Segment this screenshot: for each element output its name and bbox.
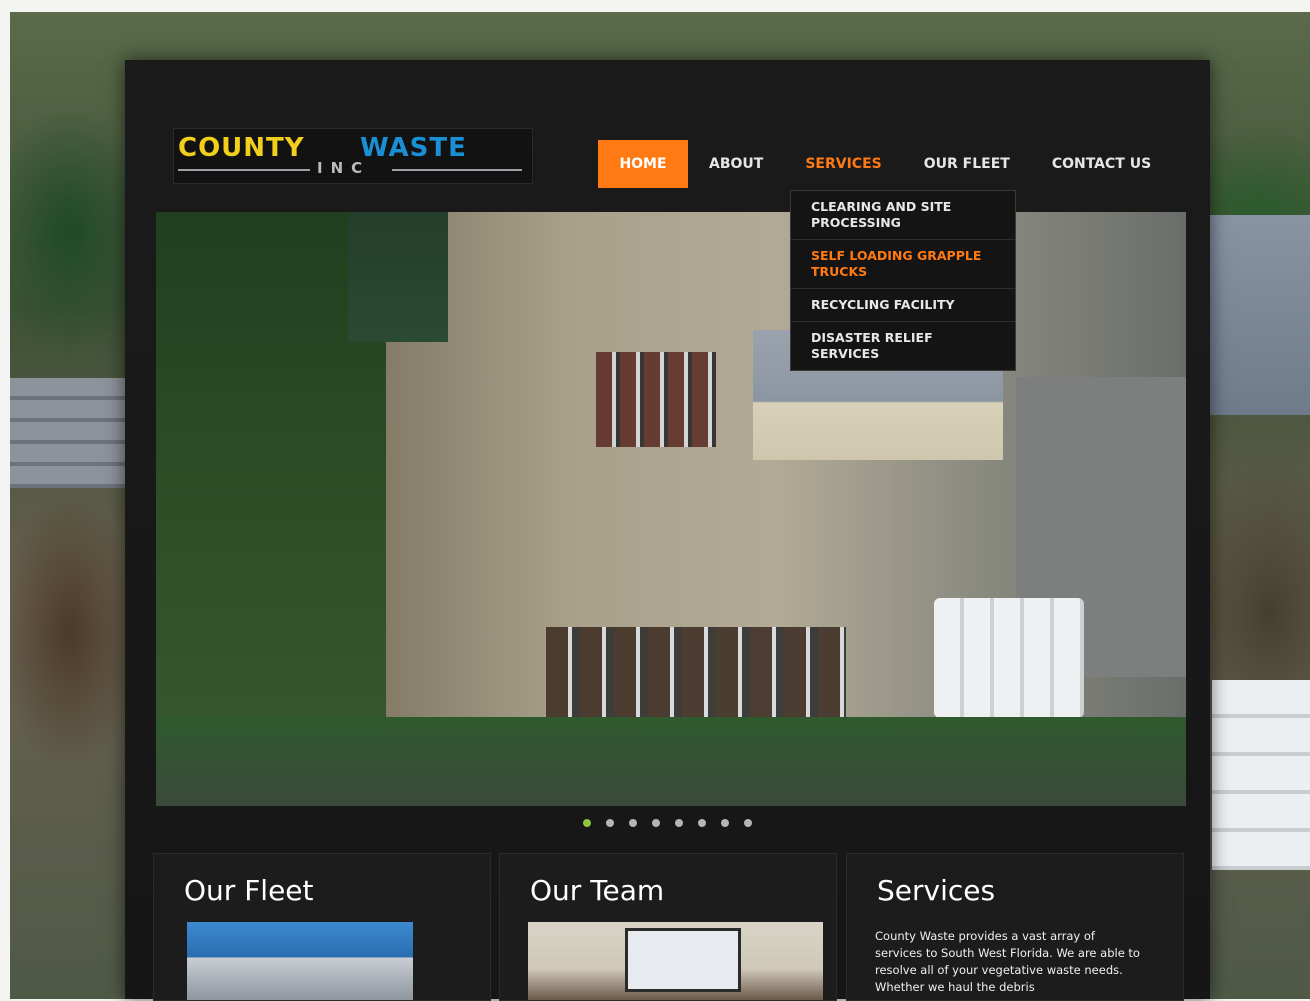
slider-dot[interactable] — [651, 819, 660, 827]
services-dropdown-menu: CLEARING AND SITE PROCESSING SELF LOADIN… — [790, 190, 1016, 371]
slider-dot[interactable] — [675, 819, 684, 827]
nav-item-our-fleet[interactable]: OUR FLEET — [903, 140, 1031, 188]
logo-text-waste: WASTE — [360, 133, 467, 163]
card-title-our-fleet[interactable]: Our Fleet — [184, 874, 314, 907]
logo-rule-left — [178, 169, 310, 171]
slider-dot[interactable] — [582, 819, 591, 827]
team-photo-screen — [625, 928, 741, 992]
hero-trucks-bottom — [546, 627, 846, 717]
hero-tent — [934, 598, 1084, 718]
fleet-photo[interactable] — [187, 922, 413, 1000]
site-logo[interactable]: COUNTY WASTE INC — [173, 128, 533, 184]
team-photo[interactable] — [528, 922, 823, 1000]
services-description: County Waste provides a vast array of se… — [875, 929, 1140, 994]
background-tent — [1212, 680, 1310, 870]
logo-text-county: COUNTY — [178, 133, 305, 163]
slider-dot[interactable] — [721, 819, 730, 827]
slider-dot[interactable] — [744, 819, 753, 827]
nav-item-services[interactable]: SERVICES — [784, 140, 902, 188]
background-roof — [1210, 215, 1310, 415]
menu-item-disaster-relief-services[interactable]: DISASTER RELIEF SERVICES — [791, 322, 1015, 370]
card-our-team: Our Team — [499, 853, 837, 1001]
card-services: Services County Waste provides a vast ar… — [846, 853, 1184, 1001]
slider-pagination — [125, 812, 1210, 831]
menu-item-self-loading-grapple-trucks[interactable]: SELF LOADING GRAPPLE TRUCKS — [791, 240, 1015, 289]
nav-item-contact-us[interactable]: CONTACT US — [1031, 140, 1172, 188]
card-title-our-team[interactable]: Our Team — [530, 874, 664, 907]
logo-rule-right — [392, 169, 522, 171]
nav-item-about[interactable]: ABOUT — [688, 140, 784, 188]
hero-foreground — [156, 717, 1186, 806]
background-roof — [10, 378, 125, 488]
card-our-fleet: Our Fleet — [153, 853, 491, 1001]
slider-dot[interactable] — [605, 819, 614, 827]
site-container: COUNTY WASTE INC HOME ABOUT SERVICES OUR… — [125, 60, 1210, 1001]
slider-dot[interactable] — [698, 819, 707, 827]
hero-slider-image — [156, 212, 1186, 806]
nav-item-home[interactable]: HOME — [598, 140, 688, 188]
menu-item-clearing-site-processing[interactable]: CLEARING AND SITE PROCESSING — [791, 191, 1015, 240]
main-nav: HOME ABOUT SERVICES OUR FLEET CONTACT US — [598, 140, 1172, 188]
menu-item-recycling-facility[interactable]: RECYCLING FACILITY — [791, 289, 1015, 322]
logo-text-inc: INC — [317, 159, 371, 177]
hero-trucks-top — [596, 352, 716, 447]
slider-dot[interactable] — [628, 819, 637, 827]
card-title-services[interactable]: Services — [877, 874, 995, 907]
hero-pond — [348, 212, 448, 342]
